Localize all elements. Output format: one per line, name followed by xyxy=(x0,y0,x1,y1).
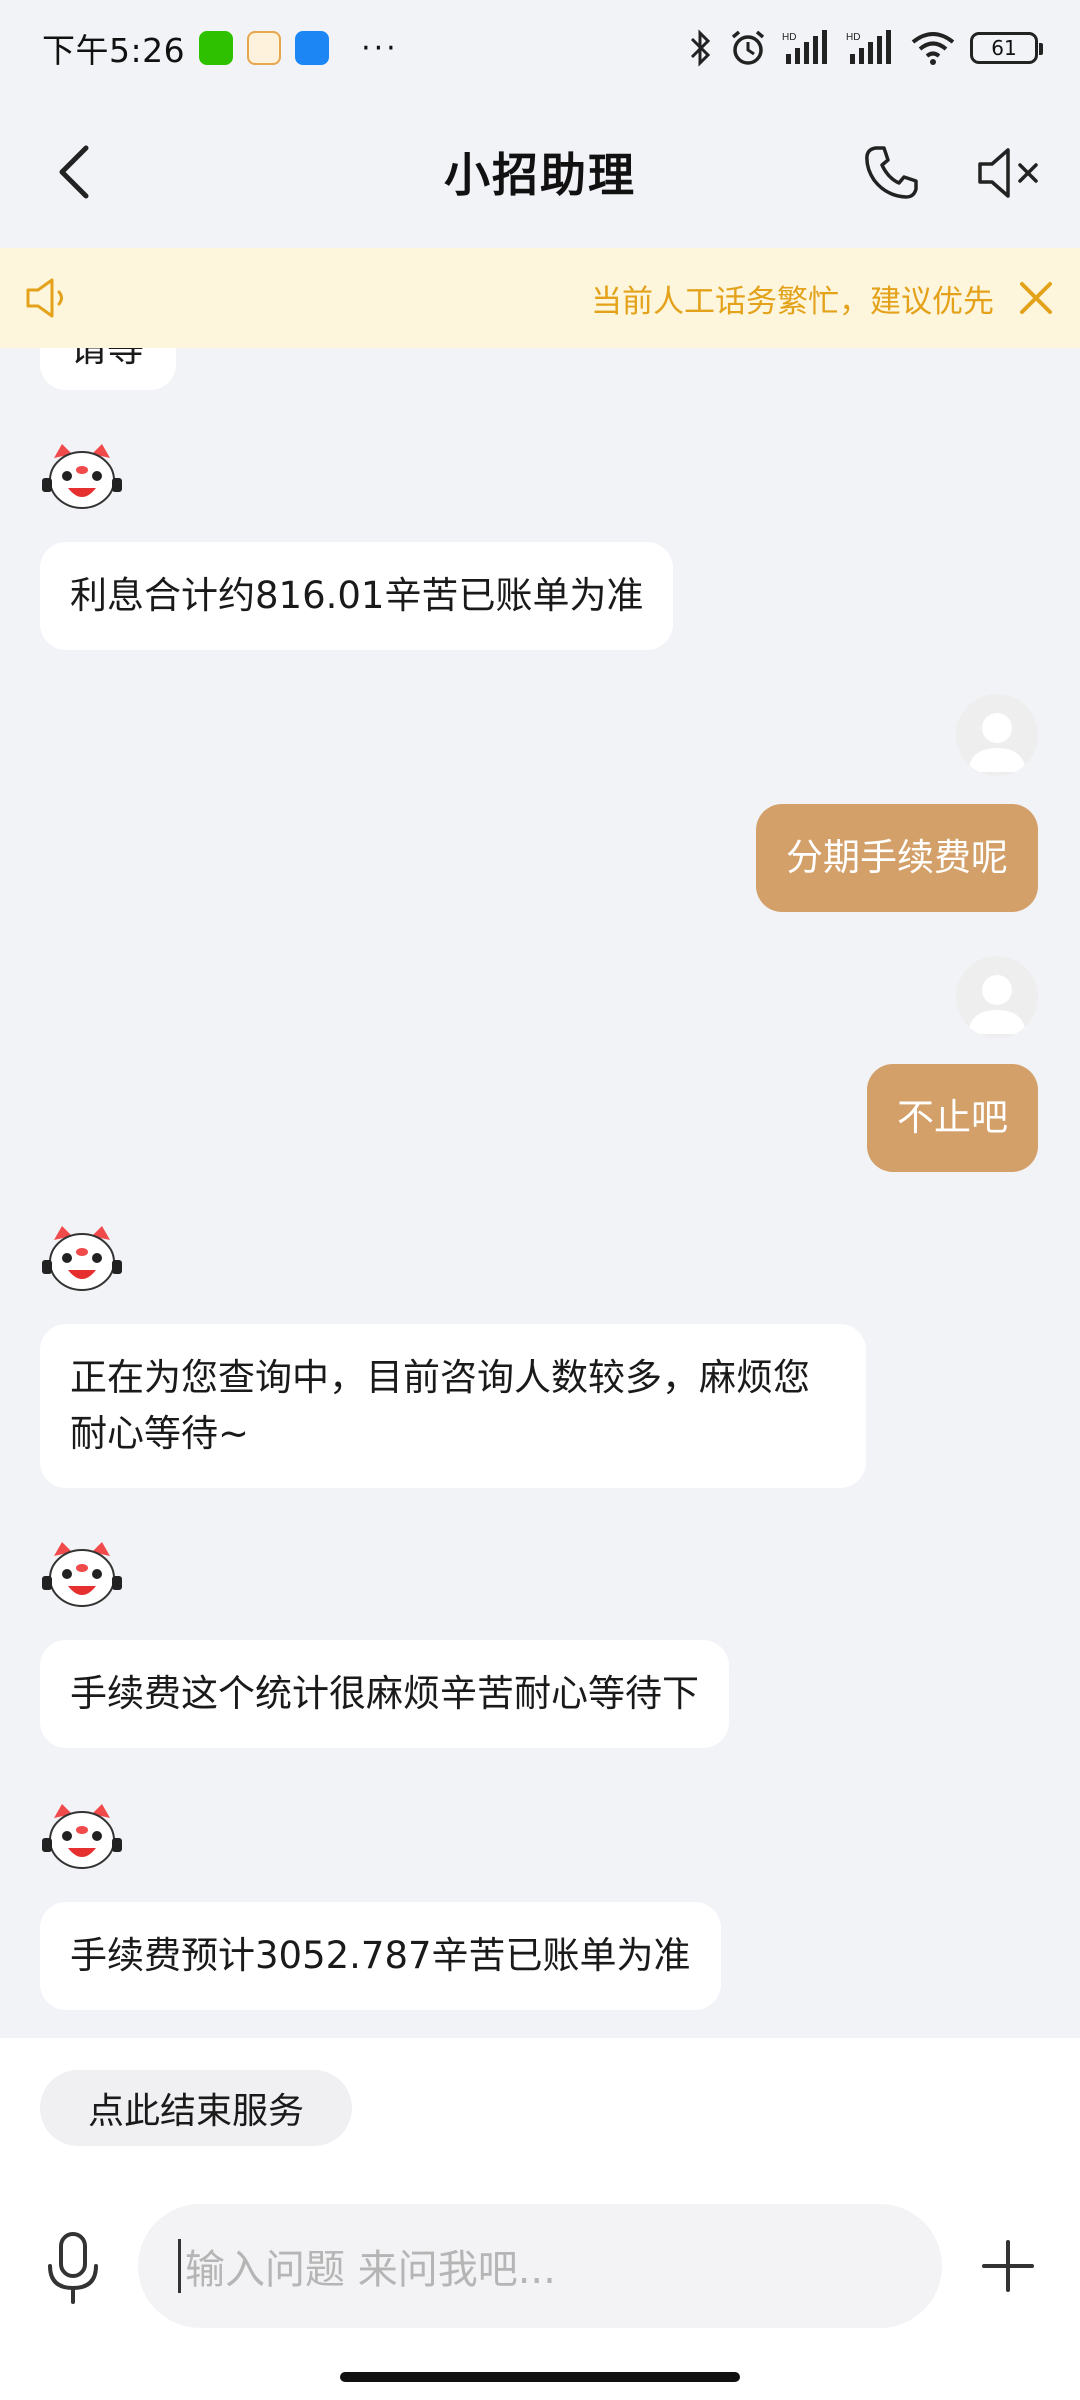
end-service-button[interactable]: 点此结束服务 xyxy=(40,2070,352,2146)
user-message-text: 不止吧 xyxy=(897,1096,1008,1139)
bot-message: 利息合计约816.01辛苦已账单为准 xyxy=(40,542,674,650)
chat-message-list[interactable]: 请等 利息合计约816.01辛苦已账单为准 分期手续费呢 不止吧 正在为您查询中… xyxy=(0,348,1080,2038)
bot-message: 手续费预计3052.787辛苦已账单为准 xyxy=(40,1902,721,2010)
status-left: 下午5:26 ··· xyxy=(42,24,399,72)
status-right: HD HD 61 xyxy=(688,28,1043,68)
nav-bar: 小招助理 xyxy=(0,96,1080,248)
phone-icon[interactable] xyxy=(862,144,920,202)
bot-avatar-icon xyxy=(42,1542,122,1607)
bot-message: 正在为您查询中，目前咨询人数较多，麻烦您耐心等待~ xyxy=(40,1324,866,1488)
battery-level: 61 xyxy=(991,36,1017,60)
user-avatar[interactable] xyxy=(956,956,1038,1038)
microphone-icon[interactable] xyxy=(44,2230,102,2306)
notice-text: 当前人工话务繁忙，建议优先 xyxy=(591,283,994,320)
page-title: 小招助理 xyxy=(444,148,636,202)
user-avatar-icon xyxy=(968,975,1026,1034)
battery-icon: 61 xyxy=(970,32,1043,64)
wechat-app-icon xyxy=(199,31,234,65)
more-notifications-icon: ··· xyxy=(361,30,399,66)
user-message-text: 分期手续费呢 xyxy=(786,836,1008,879)
home-indicator[interactable] xyxy=(340,2372,740,2382)
bot-message-text: 手续费这个统计很麻烦辛苦耐心等待下 xyxy=(70,1672,699,1715)
bot-avatar-icon xyxy=(42,1804,122,1869)
plus-icon[interactable] xyxy=(980,2238,1036,2294)
status-time: 下午5:26 xyxy=(42,31,186,70)
back-arrow-icon[interactable] xyxy=(50,142,110,202)
signal-2-icon: HD xyxy=(846,30,891,64)
alarm-icon xyxy=(731,30,765,65)
bot-message-text: 利息合计约816.01辛苦已账单为准 xyxy=(70,574,644,617)
svg-text:HD: HD xyxy=(782,32,796,43)
bot-message-text: 手续费预计3052.787辛苦已账单为准 xyxy=(70,1934,691,1977)
bot-message: 手续费这个统计很麻烦辛苦耐心等待下 xyxy=(40,1640,729,1748)
end-service-label: 点此结束服务 xyxy=(87,2091,304,2132)
car-app-icon xyxy=(295,31,330,65)
user-message: 不止吧 xyxy=(867,1064,1038,1172)
dog-app-icon xyxy=(247,31,282,65)
bluetooth-icon xyxy=(690,29,711,67)
bottom-panel: 点此结束服务 输入问题 来问我吧... xyxy=(0,2038,1080,2400)
user-avatar-icon xyxy=(968,713,1026,772)
status-bar: 下午5:26 ··· HD HD 61 xyxy=(0,0,1080,96)
bot-message-partial: 请等 xyxy=(40,348,176,390)
speaker-mute-icon[interactable] xyxy=(976,144,1042,202)
message-input[interactable]: 输入问题 来问我吧... xyxy=(138,2204,942,2328)
wifi-icon xyxy=(911,32,955,65)
user-avatar[interactable] xyxy=(956,694,1038,776)
svg-text:HD: HD xyxy=(846,32,860,43)
close-icon[interactable] xyxy=(1016,278,1056,318)
message-input-placeholder: 输入问题 来问我吧... xyxy=(185,2247,556,2293)
bot-message-partial-text: 请等 xyxy=(70,348,144,370)
user-message: 分期手续费呢 xyxy=(756,804,1038,912)
speaker-icon xyxy=(26,278,63,318)
bot-message-text: 正在为您查询中，目前咨询人数较多，麻烦您耐心等待~ xyxy=(70,1356,810,1455)
notice-bar: 当前人工话务繁忙，建议优先 xyxy=(0,248,1080,348)
bot-avatar-icon xyxy=(42,1226,122,1291)
signal-1-icon: HD xyxy=(782,30,827,64)
bot-avatar-icon xyxy=(42,444,122,509)
text-caret xyxy=(178,2239,181,2293)
